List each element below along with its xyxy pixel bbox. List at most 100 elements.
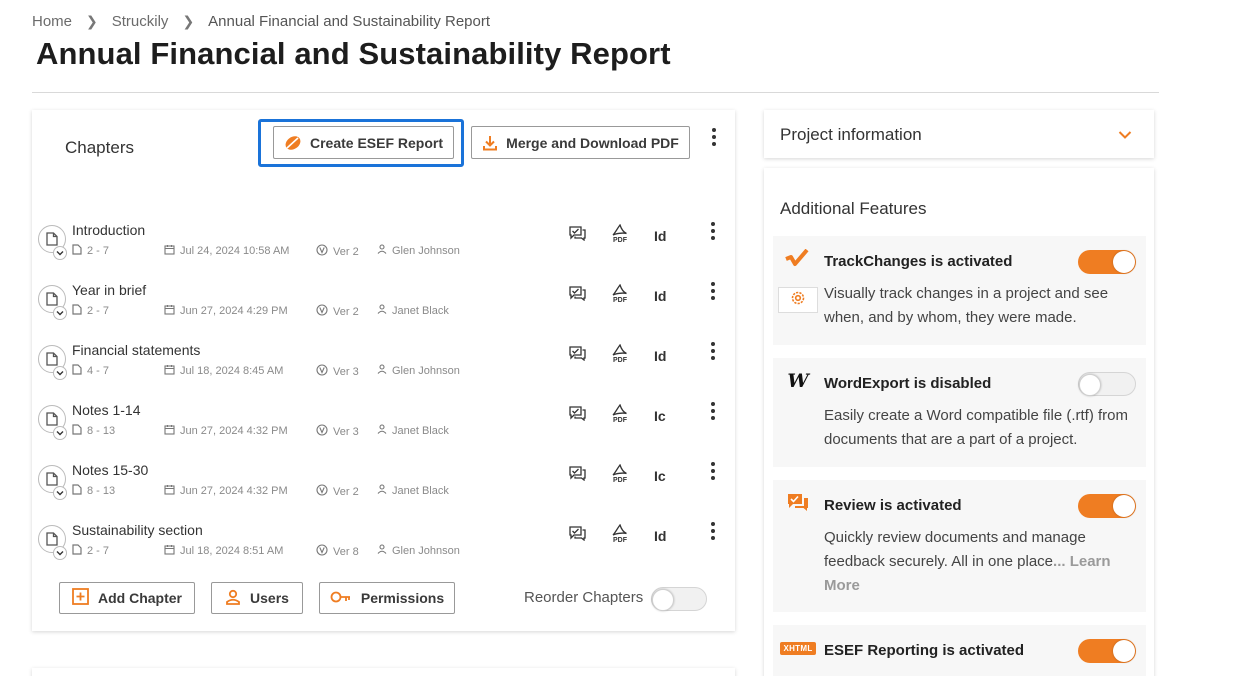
chapter-row[interactable]: Sustainability section 2 - 7 Jul 18, 202… [32, 522, 735, 582]
chapter-name[interactable]: Notes 15-30 [72, 462, 148, 478]
wordexport-toggle[interactable] [1078, 372, 1136, 396]
chevron-down-icon[interactable] [53, 426, 67, 440]
chapter-pages: 8 - 13 [72, 484, 115, 498]
esef-reporting-toggle[interactable] [1078, 639, 1136, 663]
users-button[interactable]: Users [211, 582, 303, 614]
chapter-version: Ver 2 [316, 244, 359, 259]
chapter-user: Janet Black [377, 304, 449, 317]
chapter-date: Jun 27, 2024 4:29 PM [164, 304, 288, 318]
create-esef-report-button[interactable]: Create ESEF Report [273, 126, 454, 159]
review-chat-icon[interactable] [569, 406, 586, 421]
review-chat-icon[interactable] [569, 466, 586, 481]
word-icon: W [787, 370, 809, 392]
more-options-icon[interactable] [708, 222, 718, 240]
chevron-down-icon[interactable] [53, 486, 67, 500]
user-icon [377, 424, 387, 437]
permissions-button[interactable]: Permissions [319, 582, 455, 614]
chapter-name[interactable]: Sustainability section [72, 522, 203, 538]
breadcrumb-current: Annual Financial and Sustainability Repo… [208, 13, 491, 30]
feature-title: Review is activated [824, 497, 962, 514]
xhtml-badge: XHTML [780, 641, 816, 655]
pdf-label: PDF [613, 417, 627, 424]
pdf-label: PDF [613, 357, 627, 364]
chapter-code[interactable]: Id [654, 228, 666, 244]
user-icon [377, 484, 387, 497]
add-chapter-button[interactable]: Add Chapter [59, 582, 195, 614]
version-icon [316, 304, 328, 319]
esef-leaf-icon [284, 135, 302, 151]
chapter-row[interactable]: Notes 15-30 8 - 13 Jun 27, 2024 4:32 PM … [32, 462, 735, 522]
chapter-pages-text: 4 - 7 [87, 365, 110, 377]
pages-icon [72, 364, 82, 378]
chapter-name[interactable]: Financial statements [72, 342, 200, 358]
chapter-date-text: Jul 24, 2024 10:58 AM [180, 245, 290, 257]
version-icon [316, 244, 328, 259]
chapter-pages-text: 8 - 13 [87, 485, 116, 497]
more-options-icon[interactable] [709, 128, 719, 146]
more-options-icon[interactable] [708, 342, 718, 360]
chapter-name[interactable]: Notes 1-14 [72, 402, 140, 418]
chapter-pages-text: 2 - 7 [87, 245, 110, 257]
breadcrumb-home[interactable]: Home [32, 13, 72, 30]
chapter-version: Ver 2 [316, 484, 359, 499]
more-options-icon[interactable] [708, 522, 718, 540]
review-toggle[interactable] [1078, 494, 1136, 518]
chapter-name[interactable]: Introduction [72, 222, 145, 238]
pdf-icon[interactable]: PDF [612, 404, 628, 425]
more-options-icon[interactable] [708, 462, 718, 480]
chapter-pages: 4 - 7 [72, 364, 109, 378]
chapter-user: Glen Johnson [377, 364, 460, 377]
chapter-name[interactable]: Year in brief [72, 282, 146, 298]
chapter-code[interactable]: Id [654, 288, 666, 304]
chapter-code[interactable]: Ic [654, 408, 666, 424]
chapter-pages-text: 8 - 13 [87, 425, 116, 437]
chapter-row[interactable]: Introduction 2 - 7 Jul 24, 2024 10:58 AM… [32, 222, 735, 282]
review-chat-icon[interactable] [569, 286, 586, 301]
chapter-code[interactable]: Ic [654, 468, 666, 484]
chapter-pages: 2 - 7 [72, 244, 109, 258]
chevron-down-icon[interactable] [53, 366, 67, 380]
chevron-down-icon[interactable] [53, 306, 67, 320]
more-options-icon[interactable] [708, 282, 718, 300]
chapter-date: Jun 27, 2024 4:32 PM [164, 424, 288, 438]
feature-esef-reporting: XHTML ESEF Reporting is activated [773, 625, 1146, 676]
review-chat-icon[interactable] [569, 346, 586, 361]
more-options-icon[interactable] [708, 402, 718, 420]
project-information-panel[interactable]: Project information [764, 110, 1154, 158]
chapter-date: Jul 18, 2024 8:51 AM [164, 544, 283, 558]
chapter-row[interactable]: Year in brief 2 - 7 Jun 27, 2024 4:29 PM… [32, 282, 735, 342]
chapter-row[interactable]: Notes 1-14 8 - 13 Jun 27, 2024 4:32 PM V… [32, 402, 735, 462]
chevron-down-icon[interactable] [53, 546, 67, 560]
user-icon [377, 244, 387, 257]
chapter-row[interactable]: Financial statements 4 - 7 Jul 18, 2024 … [32, 342, 735, 402]
calendar-icon [164, 484, 175, 498]
reorder-chapters-toggle[interactable] [651, 587, 707, 611]
user-icon [377, 544, 387, 557]
chapter-pages: 2 - 7 [72, 544, 109, 558]
chevron-right-icon: ❯ [86, 13, 98, 29]
page-title: Annual Financial and Sustainability Repo… [36, 36, 671, 71]
add-chapter-label: Add Chapter [98, 590, 182, 606]
review-chat-icon[interactable] [569, 526, 586, 541]
feature-title: ESEF Reporting is activated [824, 642, 1025, 659]
chapter-code[interactable]: Id [654, 528, 666, 544]
pdf-icon[interactable]: PDF [612, 464, 628, 485]
add-box-icon [72, 588, 89, 608]
additional-features-title: Additional Features [780, 199, 927, 218]
chapters-panel: Chapters Create ESEF Report Merge and Do… [32, 110, 735, 631]
merge-download-pdf-button[interactable]: Merge and Download PDF [471, 126, 690, 159]
pdf-icon[interactable]: PDF [612, 284, 628, 305]
pdf-icon[interactable]: PDF [612, 344, 628, 365]
breadcrumb-project[interactable]: Struckily [112, 13, 169, 30]
chevron-down-icon[interactable] [1118, 127, 1132, 145]
feature-settings-button[interactable] [778, 287, 818, 313]
chapter-version-text: Ver 3 [333, 425, 359, 438]
trackchanges-toggle[interactable] [1078, 250, 1136, 274]
review-chat-icon[interactable] [569, 226, 586, 241]
chevron-right-icon: ❯ [182, 13, 195, 29]
chevron-down-icon[interactable] [53, 246, 67, 260]
pdf-icon[interactable]: PDF [612, 524, 628, 545]
reorder-chapters-label: Reorder Chapters [524, 589, 644, 606]
chapter-code[interactable]: Id [654, 348, 666, 364]
pdf-icon[interactable]: PDF [612, 224, 628, 245]
